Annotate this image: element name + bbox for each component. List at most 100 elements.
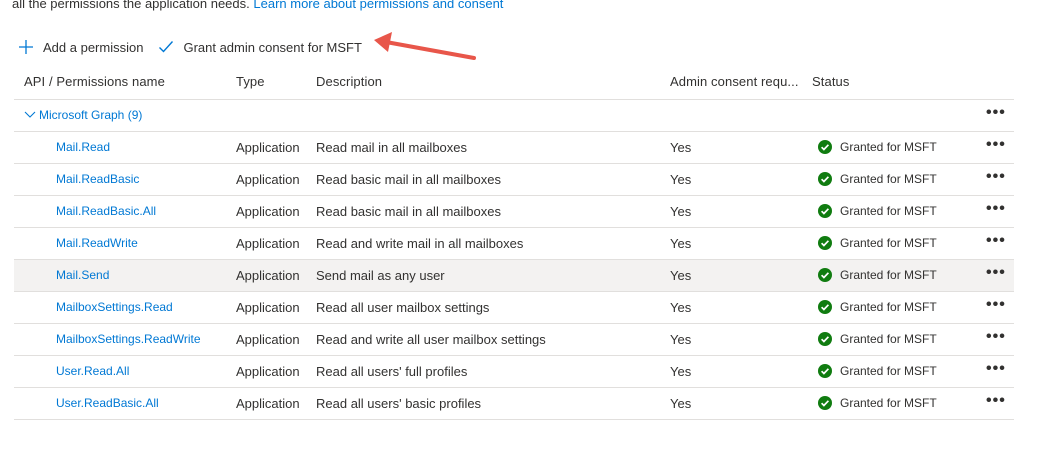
permission-name-link[interactable]: Mail.ReadWrite bbox=[56, 236, 138, 250]
table-row[interactable]: Mail.Send Application Send mail as any use… bbox=[14, 260, 1014, 292]
column-header-admin-consent[interactable]: Admin consent requ... bbox=[670, 74, 799, 89]
table-header: API / Permissions name Type Description … bbox=[14, 65, 1014, 100]
column-header-description[interactable]: Description bbox=[316, 74, 382, 89]
status-badge: Granted for MSFT bbox=[818, 204, 937, 218]
permission-description: Send mail as any user bbox=[316, 268, 445, 283]
group-label: Microsoft Graph (9) bbox=[39, 108, 143, 122]
success-check-icon bbox=[818, 236, 832, 250]
permissions-table: API / Permissions name Type Description … bbox=[14, 65, 1014, 420]
status-badge: Granted for MSFT bbox=[818, 396, 937, 410]
table-row[interactable]: Mail.ReadWrite Application Read and write … bbox=[14, 228, 1014, 260]
admin-consent-required: Yes bbox=[670, 396, 692, 411]
add-permission-button[interactable]: Add a permission bbox=[18, 39, 143, 55]
status-badge: Granted for MSFT bbox=[818, 236, 937, 250]
success-check-icon bbox=[818, 396, 832, 410]
more-options-icon[interactable]: ••• bbox=[986, 104, 1006, 122]
status-text: Granted for MSFT bbox=[840, 300, 937, 314]
permission-name-link[interactable]: Mail.Send bbox=[56, 268, 109, 282]
status-text: Granted for MSFT bbox=[840, 364, 937, 378]
add-permission-label: Add a permission bbox=[43, 39, 144, 55]
admin-consent-required: Yes bbox=[670, 172, 692, 187]
admin-consent-required: Yes bbox=[670, 140, 692, 155]
chevron-down-icon bbox=[24, 111, 36, 118]
permission-type: Application bbox=[236, 332, 300, 347]
admin-consent-required: Yes bbox=[670, 268, 692, 283]
table-row[interactable]: Mail.Read Application Read mail in all mai… bbox=[14, 132, 1014, 164]
success-check-icon bbox=[818, 300, 832, 314]
permission-name-link[interactable]: Mail.ReadBasic.All bbox=[56, 204, 156, 218]
grant-admin-consent-label: Grant admin consent for MSFT bbox=[183, 39, 362, 55]
permission-type: Application bbox=[236, 172, 300, 187]
permission-description: Read basic mail in all mailboxes bbox=[316, 204, 501, 219]
permission-name-link[interactable]: User.Read.All bbox=[56, 364, 129, 378]
table-row[interactable]: User.Read.All Application Read all users' … bbox=[14, 356, 1014, 388]
status-text: Granted for MSFT bbox=[840, 332, 937, 346]
column-header-name[interactable]: API / Permissions name bbox=[24, 74, 165, 89]
group-row-microsoft-graph: Microsoft Graph (9) ••• bbox=[14, 100, 1014, 132]
status-badge: Granted for MSFT bbox=[818, 172, 937, 186]
status-text: Granted for MSFT bbox=[840, 396, 937, 410]
status-badge: Granted for MSFT bbox=[818, 332, 937, 346]
status-text: Granted for MSFT bbox=[840, 204, 937, 218]
permission-description: Read all users' basic profiles bbox=[316, 396, 482, 411]
column-header-type[interactable]: Type bbox=[236, 74, 265, 89]
table-row[interactable]: User.ReadBasic.All Application Read all us… bbox=[14, 388, 1014, 420]
permission-type: Application bbox=[236, 300, 300, 315]
table-row[interactable]: Mail.ReadBasic Application Read basic mail… bbox=[14, 164, 1014, 196]
grant-admin-consent-button[interactable]: Grant admin consent for MSFT bbox=[158, 39, 362, 55]
more-options-icon[interactable]: ••• bbox=[986, 296, 1006, 314]
permission-type: Application bbox=[236, 140, 300, 155]
permission-description: Read mail in all mailboxes bbox=[316, 140, 468, 155]
column-header-status[interactable]: Status bbox=[812, 74, 849, 89]
more-options-icon[interactable]: ••• bbox=[986, 392, 1006, 410]
more-options-icon[interactable]: ••• bbox=[986, 200, 1006, 218]
permission-type: Application bbox=[236, 204, 300, 219]
table-row[interactable]: MailboxSettings.Read Application Read all … bbox=[14, 292, 1014, 324]
permission-type: Application bbox=[236, 236, 300, 251]
status-badge: Granted for MSFT bbox=[818, 364, 937, 378]
status-badge: Granted for MSFT bbox=[818, 268, 937, 282]
status-badge: Granted for MSFT bbox=[818, 140, 937, 154]
permission-name-link[interactable]: MailboxSettings.Read bbox=[56, 300, 173, 314]
more-options-icon[interactable]: ••• bbox=[986, 360, 1006, 378]
success-check-icon bbox=[818, 172, 832, 186]
admin-consent-required: Yes bbox=[670, 332, 692, 347]
table-row[interactable]: Mail.ReadBasic.All Application Read basic … bbox=[14, 196, 1014, 228]
more-options-icon[interactable]: ••• bbox=[986, 232, 1006, 250]
more-options-icon[interactable]: ••• bbox=[986, 168, 1006, 186]
table-row[interactable]: MailboxSettings.ReadWrite Application Read… bbox=[14, 324, 1014, 356]
checkmark-icon bbox=[158, 39, 174, 55]
permission-name-link[interactable]: Mail.Read bbox=[56, 140, 110, 154]
permission-name-link[interactable]: MailboxSettings.ReadWrite bbox=[56, 332, 201, 346]
admin-consent-required: Yes bbox=[670, 236, 692, 251]
success-check-icon bbox=[818, 268, 832, 282]
learn-more-link[interactable]: Learn more about permissions and consent bbox=[253, 0, 503, 11]
permission-description: Read basic mail in all mailboxes bbox=[316, 172, 501, 187]
intro-text: all the permissions the application need… bbox=[12, 0, 503, 12]
plus-icon bbox=[18, 39, 34, 55]
group-toggle-microsoft-graph[interactable]: Microsoft Graph (9) bbox=[24, 108, 142, 122]
success-check-icon bbox=[818, 204, 832, 218]
permission-description: Read all users' full profiles bbox=[316, 364, 468, 379]
table-body: Mail.Read Application Read mail in all mai… bbox=[14, 132, 1014, 420]
intro-sentence: all the permissions the application need… bbox=[12, 0, 254, 11]
success-check-icon bbox=[818, 364, 832, 378]
status-text: Granted for MSFT bbox=[840, 172, 937, 186]
status-badge: Granted for MSFT bbox=[818, 300, 937, 314]
admin-consent-required: Yes bbox=[670, 204, 692, 219]
admin-consent-required: Yes bbox=[670, 300, 692, 315]
status-text: Granted for MSFT bbox=[840, 268, 937, 282]
more-options-icon[interactable]: ••• bbox=[986, 264, 1006, 282]
permission-type: Application bbox=[236, 364, 300, 379]
toolbar: Add a permission Grant admin consent for… bbox=[18, 36, 362, 58]
api-permissions-page: all the permissions the application need… bbox=[0, 0, 1044, 452]
success-check-icon bbox=[818, 332, 832, 346]
status-text: Granted for MSFT bbox=[840, 236, 937, 250]
permission-name-link[interactable]: User.ReadBasic.All bbox=[56, 396, 159, 410]
more-options-icon[interactable]: ••• bbox=[986, 328, 1006, 346]
permission-description: Read and write mail in all mailboxes bbox=[316, 236, 524, 251]
permission-name-link[interactable]: Mail.ReadBasic bbox=[56, 172, 139, 186]
permission-type: Application bbox=[236, 396, 300, 411]
more-options-icon[interactable]: ••• bbox=[986, 136, 1006, 154]
success-check-icon bbox=[818, 140, 832, 154]
